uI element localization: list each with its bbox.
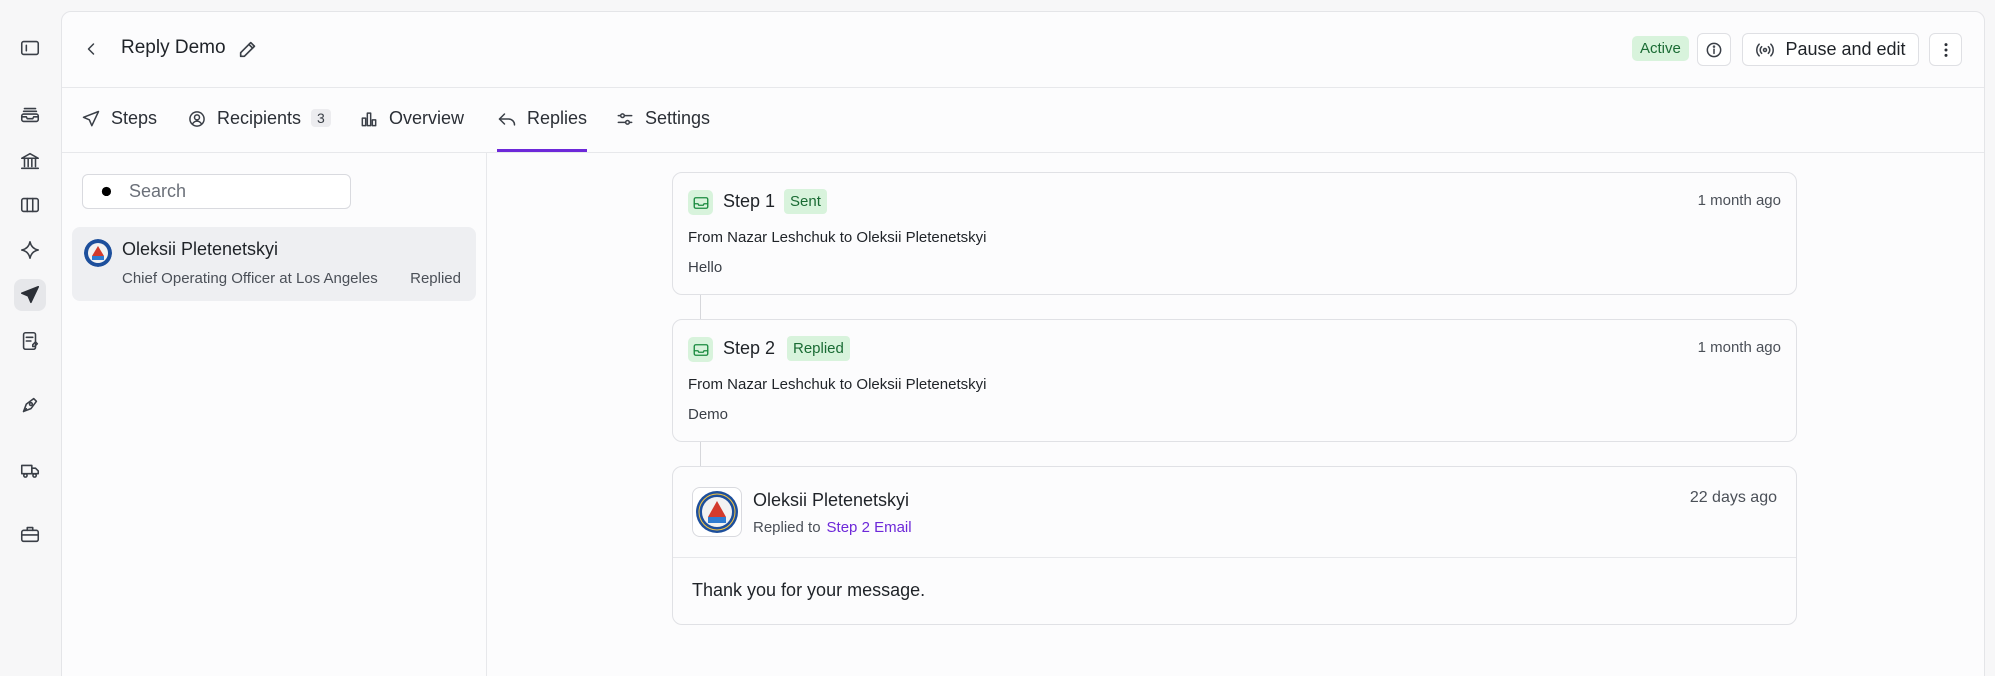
step-title: Step 2 xyxy=(723,338,776,358)
timeline-connector xyxy=(700,442,701,466)
mail-icon xyxy=(688,190,713,215)
bank-icon[interactable] xyxy=(14,145,46,177)
user-circle-icon xyxy=(189,111,205,127)
reply-meta: Replied to Step 2 Email xyxy=(753,519,912,536)
contact-status: Replied xyxy=(410,270,461,287)
tab-bar: Steps Recipients 3 Overview Replies Sett… xyxy=(62,88,1984,153)
reply-card: Oleksii Pletenetskyi Replied to Step 2 Em… xyxy=(672,466,1797,625)
step-body: Hello xyxy=(688,259,723,276)
search-icon xyxy=(101,186,112,197)
step-time: 1 month ago xyxy=(1697,339,1781,356)
tab-replies[interactable]: Replies xyxy=(497,108,588,152)
step-card: Step 1 Sent 1 month ago From Nazar Leshc… xyxy=(672,172,1797,295)
city-seal-icon xyxy=(84,239,112,267)
search-box[interactable] xyxy=(82,174,351,209)
step-email-link[interactable]: Step 2 Email xyxy=(827,519,912,536)
inbox-stack-icon[interactable] xyxy=(14,99,46,131)
tab-label: Overview xyxy=(389,108,465,128)
reply-time: 22 days ago xyxy=(1689,489,1777,506)
more-vertical-icon xyxy=(1944,42,1947,57)
step-from-line: From Nazar Leshchuk to Oleksii Pletenets… xyxy=(688,376,987,393)
page-header: Reply Demo Active Pause and edit xyxy=(62,12,1984,88)
broadcast-icon xyxy=(1756,42,1775,57)
step-card: Step 2 Replied 1 month ago From Nazar Le… xyxy=(672,319,1797,442)
bar-chart-icon xyxy=(361,112,377,127)
pencil-icon xyxy=(239,41,256,58)
briefcase-icon[interactable] xyxy=(14,518,46,550)
replies-list-pane: Oleksii Pletenetskyi Chief Operating Off… xyxy=(62,153,487,676)
info-button[interactable] xyxy=(1697,33,1731,66)
reply-meta-prefix: Replied to xyxy=(753,519,821,536)
tab-steps[interactable]: Steps xyxy=(81,108,157,152)
pause-and-edit-button[interactable]: Pause and edit xyxy=(1742,33,1919,66)
reply-header: Oleksii Pletenetskyi Replied to Step 2 Em… xyxy=(673,467,1796,558)
tab-overview[interactable]: Overview xyxy=(359,108,464,152)
sliders-icon xyxy=(617,113,633,125)
sidebar-toggle-icon[interactable] xyxy=(14,32,46,64)
app-rail xyxy=(0,0,61,676)
send-icon xyxy=(82,110,100,127)
contact-name: Oleksii Pletenetskyi xyxy=(122,239,279,259)
reply-body: Thank you for your message. xyxy=(692,580,926,600)
columns-icon[interactable] xyxy=(14,189,46,221)
tab-label: Replies xyxy=(527,108,588,128)
search-input[interactable] xyxy=(129,175,344,208)
reply-icon xyxy=(498,113,516,126)
page-title: Reply Demo xyxy=(121,37,226,58)
main-panel: Reply Demo Active Pause and edit Steps R… xyxy=(61,11,1985,676)
edit-title-button[interactable] xyxy=(237,38,259,60)
step-title: Step 1 xyxy=(723,191,776,211)
back-button[interactable] xyxy=(80,38,102,60)
pause-and-edit-label: Pause and edit xyxy=(1785,39,1906,59)
notes-icon[interactable] xyxy=(14,325,46,357)
tab-label: Settings xyxy=(645,108,711,128)
send-icon[interactable] xyxy=(14,279,46,311)
avatar xyxy=(84,239,112,267)
step-status-badge: Sent xyxy=(784,189,827,214)
tab-recipients[interactable]: Recipients 3 xyxy=(187,108,331,152)
more-options-button[interactable] xyxy=(1929,33,1962,66)
info-icon xyxy=(1706,42,1722,57)
timeline-connector xyxy=(700,295,701,319)
truck-icon[interactable] xyxy=(14,454,46,486)
step-status-badge: Replied xyxy=(787,336,850,361)
reply-sender-name: Oleksii Pletenetskyi xyxy=(753,490,910,510)
contact-subtitle: Chief Operating Officer at Los Angeles xyxy=(122,270,378,287)
step-from-line: From Nazar Leshchuk to Oleksii Pletenets… xyxy=(688,229,987,246)
mail-icon xyxy=(688,337,713,362)
chevron-left-icon xyxy=(87,43,95,55)
recipient-count-badge: 3 xyxy=(311,109,331,127)
avatar xyxy=(692,487,742,537)
tab-label: Recipients xyxy=(217,108,302,128)
step-body: Demo xyxy=(688,406,729,423)
tab-settings[interactable]: Settings xyxy=(615,108,710,152)
step-time: 1 month ago xyxy=(1697,192,1781,209)
city-seal-icon xyxy=(696,491,738,533)
status-badge: Active xyxy=(1632,36,1689,61)
rocket-icon[interactable] xyxy=(14,389,46,421)
list-item[interactable]: Oleksii Pletenetskyi Chief Operating Off… xyxy=(72,227,476,301)
tab-label: Steps xyxy=(111,108,158,128)
sparkle-icon[interactable] xyxy=(14,234,46,266)
